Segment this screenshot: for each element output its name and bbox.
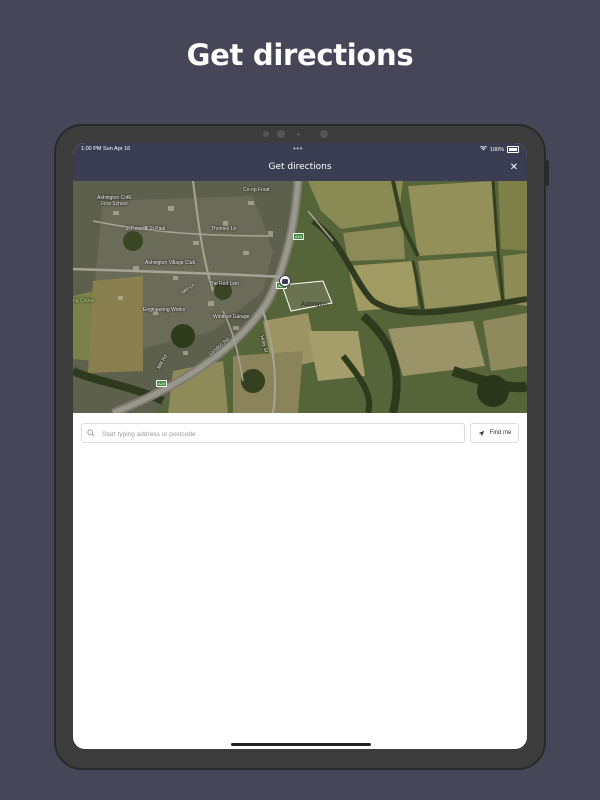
search-icon — [87, 429, 95, 437]
nav-bar: Get directions ✕ — [73, 157, 527, 181]
satellite-map[interactable]: Ashington CofE First School St Peter & S… — [73, 181, 527, 413]
map-label-site: Ashington — [301, 302, 328, 308]
close-icon[interactable]: ✕ — [507, 161, 521, 175]
map-label-village-club: Ashington Village Club — [145, 260, 196, 266]
map-imagery — [73, 181, 527, 413]
search-row: Find me — [81, 423, 521, 443]
map-label-church: St Peter & St Paul — [125, 226, 166, 232]
camera-sensor — [263, 131, 269, 137]
nav-title: Get directions — [268, 162, 332, 172]
find-me-button[interactable]: Find me — [470, 423, 519, 443]
status-bar: 1:00 PM Sun Apr 16 ••• 100% — [73, 143, 527, 157]
location-pin-icon[interactable] — [279, 275, 291, 287]
page-headline: Get directions — [186, 38, 414, 72]
map-label-coop: Co-op Food — [243, 187, 270, 193]
tablet-device-frame: 1:00 PM Sun Apr 16 ••• 100% Get directio… — [54, 124, 549, 770]
device-side-button — [546, 160, 549, 186]
location-arrow-icon — [478, 430, 484, 436]
front-camera — [320, 130, 328, 138]
battery-percent: 100% — [489, 146, 504, 153]
camera-sensor — [277, 130, 285, 138]
road-shield-a24: A24 — [156, 380, 168, 387]
map-label-red-lion: The Red Lion — [209, 281, 240, 287]
map-label-school: Ashington CofE First School — [97, 195, 132, 207]
battery-icon — [507, 146, 519, 153]
wifi-icon — [479, 145, 487, 153]
multitask-dots[interactable]: ••• — [293, 144, 303, 153]
map-label-garage: Windsor Garage — [213, 314, 250, 320]
address-search-input[interactable] — [100, 426, 464, 442]
address-search-box — [81, 423, 465, 443]
home-indicator[interactable] — [231, 743, 371, 746]
map-label-thorney: Thorney Ln — [211, 226, 237, 232]
road-shield-a24: A24 — [293, 233, 305, 240]
map-label-engineering: Engineering Works — [143, 307, 186, 313]
status-time: 1:00 PM Sun Apr 16 — [81, 146, 131, 152]
find-me-label: Find me — [489, 430, 512, 436]
camera-sensor — [297, 133, 300, 136]
app-screen: 1:00 PM Sun Apr 16 ••• 100% Get directio… — [73, 143, 527, 749]
status-indicators: 100% — [479, 145, 519, 153]
car-icon — [282, 278, 288, 284]
map-label-copse: ng Copse — [73, 298, 95, 304]
